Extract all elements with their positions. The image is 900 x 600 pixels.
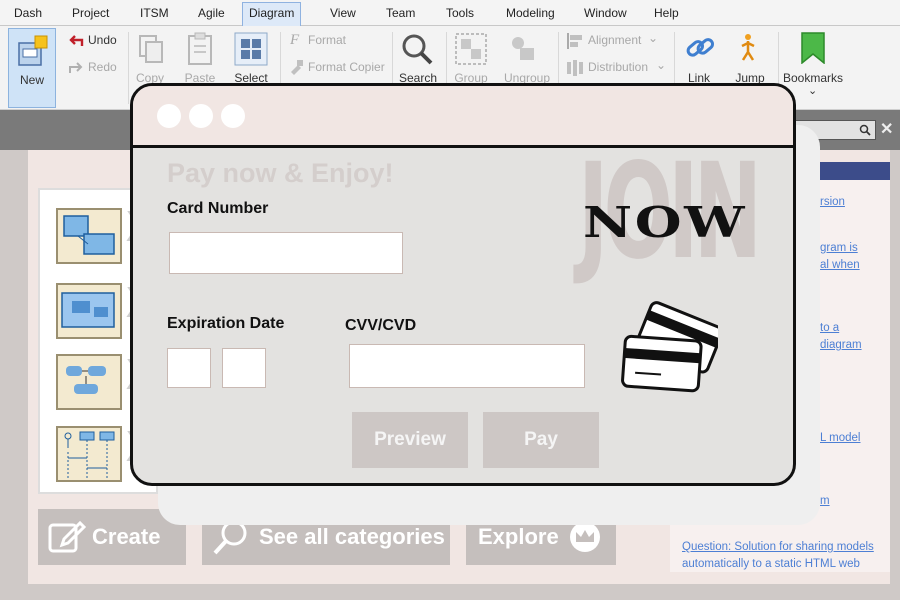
cvv-label: CVV/CVD — [345, 317, 417, 334]
format-icon: F — [290, 32, 300, 48]
news-link[interactable]: rsion — [820, 196, 845, 208]
activity-diagram-icon — [66, 366, 106, 394]
expiry-year-input[interactable] — [222, 348, 266, 388]
group-icon — [455, 33, 487, 65]
menu-team[interactable]: Team — [380, 3, 421, 23]
component-diagram-thumbnail[interactable] — [56, 283, 122, 339]
news-link[interactable]: m — [820, 495, 830, 507]
activity-diagram-thumbnail[interactable] — [56, 354, 122, 410]
payment-window: Pay now & Enjoy! JOIN NOW Card Number Ex… — [130, 83, 796, 486]
search-icon — [859, 124, 871, 136]
chevron-down-icon: ⌄ — [808, 85, 818, 97]
preview-button[interactable]: Preview — [352, 412, 468, 468]
new-button[interactable]: New — [8, 28, 56, 108]
menu-dash[interactable]: Dash — [8, 3, 48, 23]
distribution-button[interactable]: Distribution — [588, 60, 648, 74]
news-link[interactable]: L model — [820, 432, 861, 444]
menu-itsm[interactable]: ITSM — [134, 3, 175, 23]
news-link[interactable]: al when — [820, 259, 860, 271]
menu-view[interactable]: View — [324, 3, 362, 23]
format-button[interactable]: Format — [308, 33, 346, 47]
undo-icon — [69, 35, 84, 46]
pay-button[interactable]: Pay — [483, 412, 599, 468]
copy-icon — [139, 35, 163, 63]
undo-button[interactable]: Undo — [88, 33, 117, 47]
expiry-month-input[interactable] — [167, 348, 211, 388]
ribbon-separator — [128, 32, 129, 104]
chevron-down-icon: ⌄ — [648, 31, 659, 45]
menu-tools[interactable]: Tools — [440, 3, 480, 23]
crown-icon — [570, 522, 600, 552]
question-link[interactable]: Question: Solution for sharing models — [682, 541, 874, 553]
link-icon — [686, 38, 715, 57]
search-icon — [402, 34, 433, 65]
expiration-date-label: Expiration Date — [167, 315, 285, 332]
component-diagram-icon — [61, 292, 115, 328]
create-label: Create — [92, 524, 161, 549]
sequence-diagram-icon — [64, 431, 115, 478]
question-link-continued[interactable]: automatically to a static HTML web — [682, 558, 860, 570]
redo-button[interactable]: Redo — [88, 60, 117, 74]
close-icon[interactable]: ✕ — [880, 119, 893, 139]
menu-window[interactable]: Window — [578, 3, 633, 23]
edit-icon — [48, 520, 86, 553]
ungroup-icon — [512, 37, 534, 60]
alignment-button[interactable]: Alignment — [588, 33, 641, 47]
card-number-label: Card Number — [167, 200, 269, 217]
menu-bar: Dash Project ITSM Agile Diagram View Tea… — [0, 0, 900, 26]
menu-help[interactable]: Help — [648, 3, 685, 23]
paste-icon — [188, 32, 212, 65]
credit-cards-icon — [621, 301, 718, 393]
class-diagram-thumbnail[interactable] — [56, 208, 122, 264]
payment-heading: Pay now & Enjoy! — [167, 158, 394, 188]
new-diagram-icon — [18, 35, 48, 66]
bookmarks-button[interactable]: Bookmarks — [782, 71, 844, 85]
window-control-dot[interactable] — [189, 104, 213, 128]
alignment-icon — [567, 33, 582, 49]
redo-icon — [69, 62, 83, 73]
menu-agile[interactable]: Agile — [192, 3, 231, 23]
sequence-diagram-thumbnail[interactable] — [56, 426, 122, 482]
window-control-dot[interactable] — [157, 104, 181, 128]
card-number-input[interactable] — [169, 232, 403, 274]
cvv-input[interactable] — [349, 344, 585, 388]
format-copier-icon — [291, 60, 303, 75]
format-copier-button[interactable]: Format Copier — [308, 60, 385, 74]
news-link[interactable]: gram is — [820, 242, 858, 254]
news-link[interactable]: to a — [820, 322, 839, 334]
class-diagram-icon — [63, 215, 115, 255]
distribution-icon — [567, 60, 583, 76]
select-icon — [234, 32, 268, 66]
bookmark-icon — [801, 32, 825, 64]
menu-diagram[interactable]: Diagram — [242, 2, 302, 26]
menu-modeling[interactable]: Modeling — [500, 3, 561, 23]
new-label: New — [19, 73, 44, 87]
now-banner: NOW — [583, 198, 748, 247]
chevron-down-icon: ⌄ — [656, 58, 667, 72]
jump-icon — [741, 34, 755, 61]
news-link[interactable]: diagram — [820, 339, 862, 351]
menu-project[interactable]: Project — [66, 3, 115, 23]
window-control-dot[interactable] — [221, 104, 245, 128]
